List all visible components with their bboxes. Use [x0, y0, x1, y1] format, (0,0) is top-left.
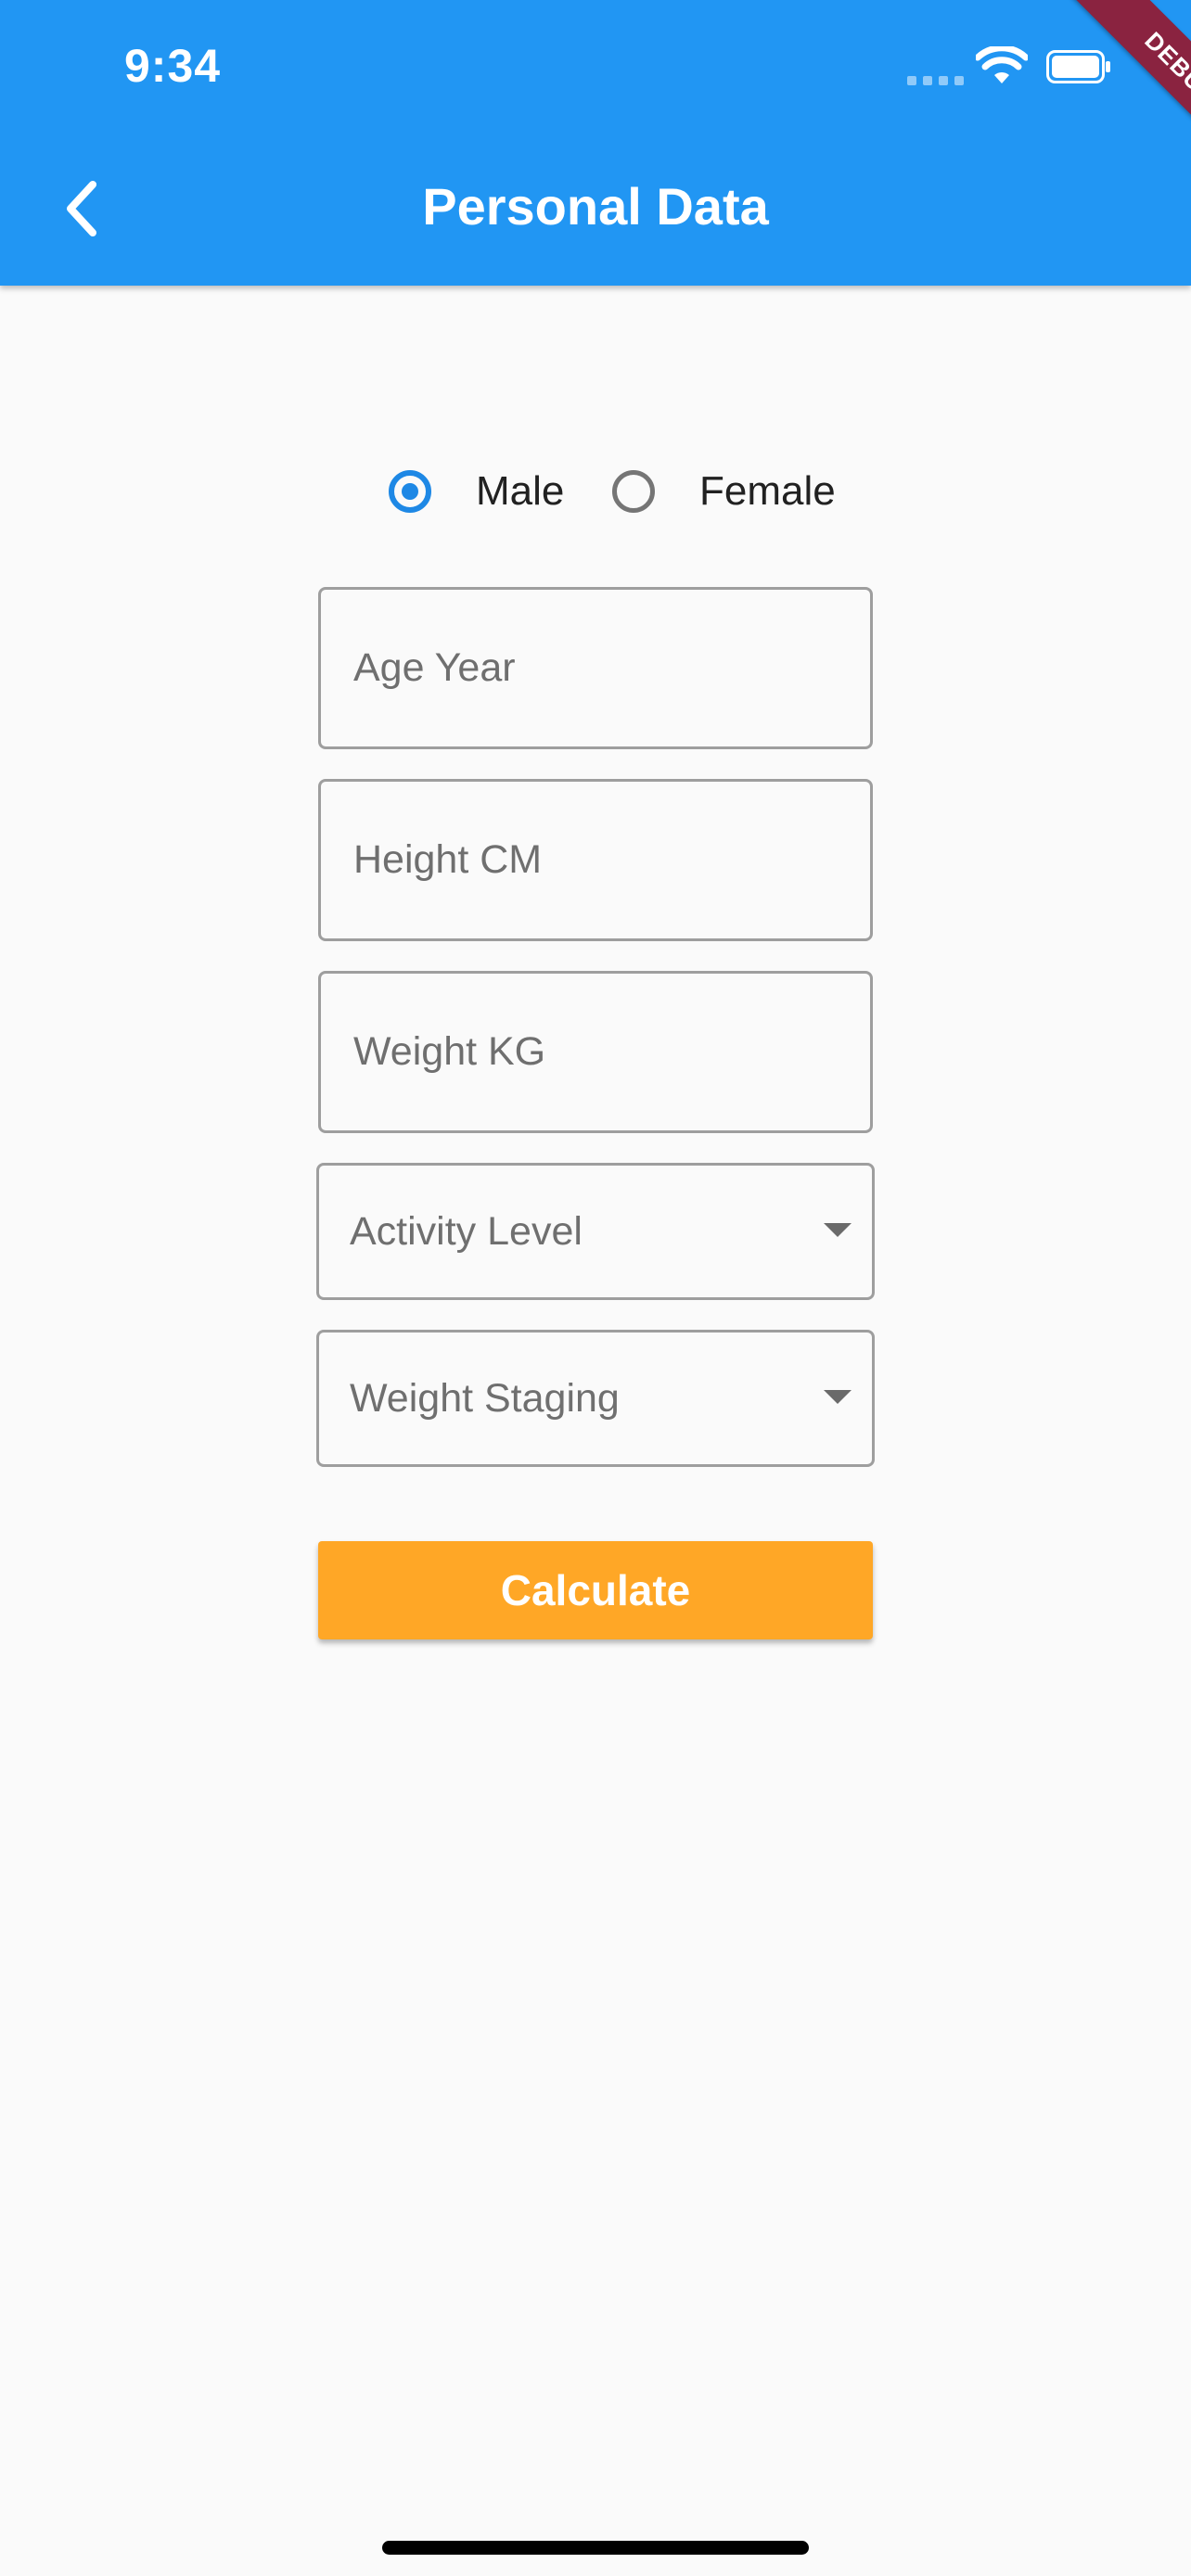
- activity-level-dropdown[interactable]: Activity Level: [316, 1163, 875, 1300]
- radio-male[interactable]: Male: [389, 454, 564, 529]
- activity-level-label: Activity Level: [350, 1209, 583, 1254]
- gender-radio-group: Male Female: [0, 454, 1191, 529]
- age-field[interactable]: [318, 587, 873, 749]
- radio-male-label: Male: [476, 468, 565, 514]
- status-time: 9:34: [124, 40, 222, 92]
- debug-label: DEBUG: [1051, 0, 1191, 185]
- radio-female[interactable]: Female: [612, 454, 836, 529]
- debug-banner: DEBUG: [1005, 0, 1191, 185]
- radio-female-label: Female: [699, 468, 836, 514]
- weight-staging-label: Weight Staging: [350, 1376, 620, 1421]
- weight-field[interactable]: [318, 971, 873, 1133]
- weight-input[interactable]: [321, 974, 870, 1130]
- calculate-button[interactable]: Calculate: [318, 1541, 873, 1639]
- height-field[interactable]: [318, 779, 873, 941]
- caret-down-icon: [824, 1390, 852, 1404]
- height-input[interactable]: [321, 782, 870, 938]
- radio-unselected-icon[interactable]: [612, 470, 655, 513]
- home-indicator[interactable]: [382, 2541, 809, 2555]
- age-input[interactable]: [321, 590, 870, 746]
- cellular-dots-icon: [907, 76, 964, 85]
- weight-staging-dropdown[interactable]: Weight Staging: [316, 1330, 875, 1467]
- caret-down-icon: [824, 1223, 852, 1237]
- radio-selected-icon[interactable]: [389, 470, 431, 513]
